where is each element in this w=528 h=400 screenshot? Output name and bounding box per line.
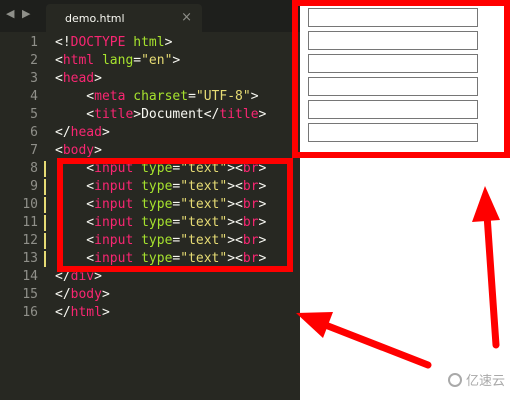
- code-token: <: [55, 89, 95, 104]
- code-text: <head>: [55, 70, 102, 88]
- code-token: lang: [101, 53, 134, 68]
- tab-demo-html[interactable]: demo.html ×: [46, 4, 202, 32]
- code-line[interactable]: 1 <!DOCTYPE html>: [0, 34, 300, 52]
- tab-title: demo.html: [65, 12, 125, 25]
- watermark: 亿速云: [448, 370, 505, 389]
- line-number: 2: [30, 53, 38, 68]
- code-token: >: [258, 107, 267, 122]
- code-token: >: [101, 305, 110, 320]
- code-line[interactable]: 16 </html>: [0, 304, 300, 322]
- code-text: </head>: [55, 124, 110, 142]
- modified-line-marker: [44, 215, 46, 231]
- line-number: 14: [22, 269, 38, 284]
- code-token: body: [62, 143, 95, 158]
- code-text: <title>Document</title>: [55, 106, 266, 124]
- code-text: <meta charset="UTF-8">: [55, 88, 259, 106]
- code-token: </: [55, 287, 71, 302]
- code-text: <!DOCTYPE html>: [55, 34, 172, 52]
- line-number: 16: [22, 305, 38, 320]
- code-token: </: [203, 107, 220, 122]
- code-token: title: [219, 107, 259, 122]
- code-token: "UTF-8": [195, 89, 251, 104]
- code-token: <: [55, 107, 95, 122]
- code-token: DOCTYPE: [70, 35, 126, 50]
- line-number: 8: [30, 161, 38, 176]
- line-number: 10: [22, 197, 38, 212]
- modified-line-marker: [44, 179, 46, 195]
- line-number: 3: [30, 71, 38, 86]
- preview-highlight-box: [292, 0, 510, 158]
- code-token: html: [62, 53, 95, 68]
- code-token: >: [164, 35, 173, 50]
- modified-line-marker: [44, 233, 46, 249]
- modified-line-marker: [44, 251, 46, 267]
- line-number: 9: [30, 179, 38, 194]
- code-highlight-box: [57, 158, 293, 272]
- modified-line-marker: [44, 197, 46, 213]
- tab-bar: ◀ ▶ demo.html ×: [0, 0, 300, 32]
- code-token: <: [55, 53, 63, 68]
- line-number: 6: [30, 125, 38, 140]
- code-token: =: [188, 89, 196, 104]
- line-number: 15: [22, 287, 38, 302]
- code-token: >: [101, 287, 110, 302]
- code-token: meta: [94, 89, 126, 104]
- cloud-logo-icon: [448, 372, 462, 387]
- code-token: <: [55, 71, 63, 86]
- code-line[interactable]: 6 </head>: [0, 124, 300, 142]
- code-token: >: [94, 143, 102, 158]
- code-text: </body>: [55, 286, 110, 304]
- code-token: title: [94, 107, 134, 122]
- code-token: >: [250, 89, 259, 104]
- code-token: >: [101, 125, 110, 140]
- code-text: <html lang="en">: [55, 52, 180, 70]
- line-number: 4: [30, 89, 38, 104]
- code-token: html: [133, 35, 165, 50]
- code-line[interactable]: 2 <html lang="en">: [0, 52, 300, 70]
- code-token: >: [133, 107, 142, 122]
- code-text: </html>: [55, 304, 110, 322]
- code-token: head: [70, 125, 102, 140]
- code-token: </: [55, 305, 71, 320]
- code-token: <: [55, 143, 63, 158]
- code-token: head: [62, 71, 95, 86]
- modified-line-marker: [44, 161, 46, 177]
- line-number: 7: [30, 143, 38, 158]
- code-token: body: [70, 287, 102, 302]
- code-token: Document: [141, 107, 204, 122]
- tab-nav-arrows-icon[interactable]: ◀ ▶: [6, 7, 32, 20]
- watermark-text: 亿速云: [466, 374, 506, 389]
- code-line[interactable]: 3 <head>: [0, 70, 300, 88]
- code-token: =: [133, 53, 142, 68]
- close-icon[interactable]: ×: [181, 10, 192, 25]
- code-token: <!: [55, 35, 71, 50]
- line-number: 1: [30, 35, 38, 50]
- line-number: 5: [30, 107, 38, 122]
- code-line[interactable]: 15 </body>: [0, 286, 300, 304]
- code-token: >: [94, 71, 102, 86]
- code-token: html: [70, 305, 102, 320]
- code-line[interactable]: 5 <title>Document</title>: [0, 106, 300, 124]
- code-token: </: [55, 125, 71, 140]
- line-number: 11: [22, 215, 38, 230]
- code-token: >: [172, 53, 181, 68]
- line-number: 13: [22, 251, 38, 266]
- code-token: "en": [141, 53, 173, 68]
- code-token: charset: [133, 89, 189, 104]
- code-line[interactable]: 4 <meta charset="UTF-8">: [0, 88, 300, 106]
- line-number: 12: [22, 233, 38, 248]
